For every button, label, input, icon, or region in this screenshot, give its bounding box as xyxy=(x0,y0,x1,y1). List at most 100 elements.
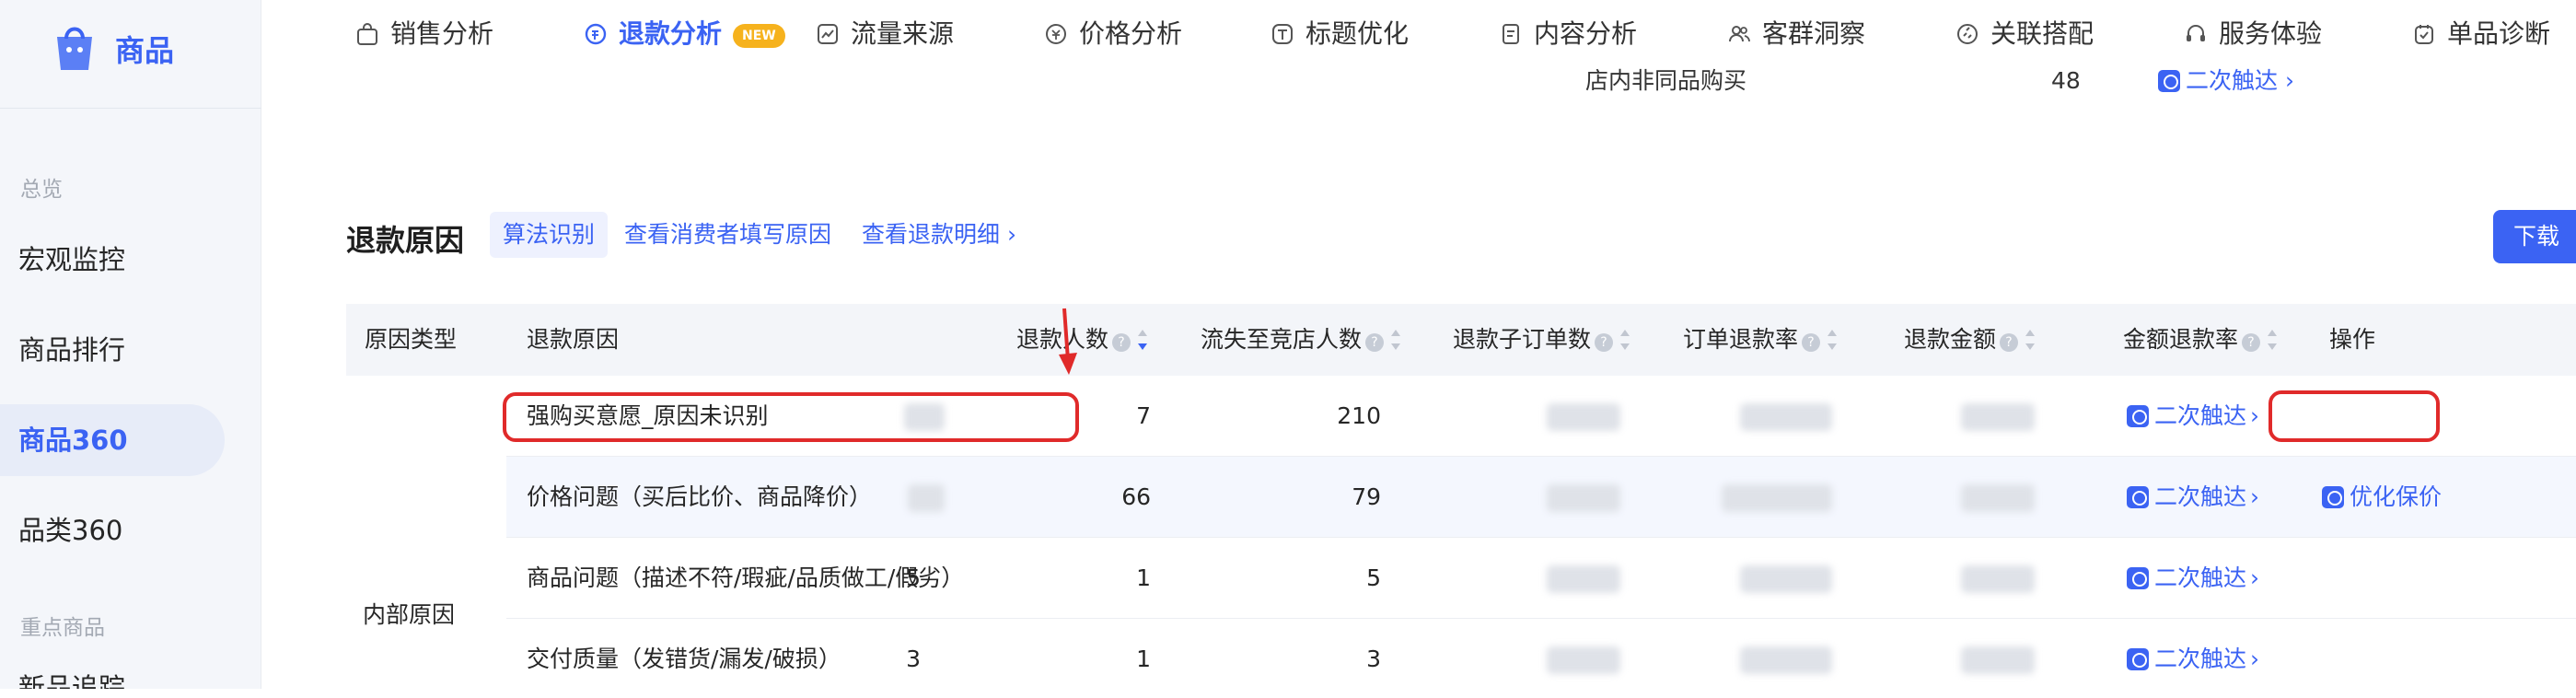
highlight-circle-reason xyxy=(503,392,1079,442)
reason-type-internal: 内部原因 xyxy=(363,601,456,628)
col-amount-refund-rate[interactable]: 金额退款率? xyxy=(2123,304,2278,376)
analysis-tab-bar: 销售分析 退款分析 NEW 流量来源 价格分析 标题优化 内容分析 客群洞察 关联… xyxy=(300,0,2576,66)
second-touch-link[interactable]: 二次触达 › xyxy=(2127,538,2259,619)
col-actions: 操作 xyxy=(2329,326,2376,353)
blurred-value xyxy=(1961,484,2035,512)
sidebar-item-product-ranking[interactable]: 商品排行 xyxy=(0,314,261,386)
col-order-refund-rate[interactable]: 订单退款率? xyxy=(1683,304,1838,376)
tab-bundle-matching[interactable]: 关联搭配 xyxy=(1955,13,2094,55)
title-icon xyxy=(1272,24,1293,44)
touch-icon xyxy=(2158,70,2180,92)
main-content: 销售分析 退款分析 NEW 流量来源 价格分析 标题优化 内容分析 客群洞察 关联… xyxy=(300,0,2576,698)
trend-icon xyxy=(818,24,838,44)
help-icon: ? xyxy=(2242,333,2261,352)
link-icon xyxy=(1957,24,1978,44)
help-icon: ? xyxy=(1365,333,1385,352)
previous-row-label: 店内非同品购买 xyxy=(1585,67,1747,94)
blurred-value xyxy=(1961,565,2035,593)
tab-price-analysis[interactable]: 价格分析 xyxy=(1044,13,1182,55)
table-row: 交付质量（发错货/漏发/破损） 3 1 3 二次触达 › xyxy=(506,619,2576,698)
col-lost-users[interactable]: 流失至竞店人数? xyxy=(1201,304,1401,376)
bottom-edge xyxy=(0,689,2576,698)
blurred-value xyxy=(1740,565,1832,593)
refund-users-cell: 3 xyxy=(906,646,921,672)
sub-orders-cell: 210 xyxy=(1337,402,1381,429)
refund-icon xyxy=(585,23,607,45)
sidebar: 商品 总览 宏观监控 商品排行 商品360 品类360 重点商品 新品追踪 xyxy=(0,0,261,698)
sort-icon[interactable] xyxy=(2025,330,2036,350)
touch-icon xyxy=(2127,486,2149,508)
tab-traffic-source[interactable]: 流量来源 xyxy=(816,13,954,55)
col-sub-orders[interactable]: 退款子订单数? xyxy=(1453,304,1630,376)
blurred-value xyxy=(1547,484,1620,512)
view-refund-details-link[interactable]: 查看退款明细 › xyxy=(862,212,1016,258)
sidebar-brand: 商品 xyxy=(115,33,175,68)
help-icon: ? xyxy=(1802,333,1821,352)
table-header: 原因类型 退款原因 退款人数? 流失至竞店人数? 退款子订单数? 订单退款率? … xyxy=(346,304,2576,376)
refund-reason-cell: 交付质量（发错货/漏发/破损） xyxy=(527,646,841,672)
col-refund-users[interactable]: 退款人数? xyxy=(1016,304,1148,376)
help-icon: ? xyxy=(1595,333,1614,352)
blurred-value xyxy=(1740,403,1832,431)
sidebar-item-macro-monitor[interactable]: 宏观监控 xyxy=(0,224,261,296)
blurred-value xyxy=(1547,646,1620,674)
users-icon xyxy=(1729,26,1750,42)
refund-users-cell: 5 xyxy=(906,564,921,591)
tab-sales-analysis[interactable]: 销售分析 xyxy=(355,13,493,55)
sidebar-divider xyxy=(0,108,261,109)
tab-audience-insight[interactable]: 客群洞察 xyxy=(1727,13,1865,55)
sub-orders-cell: 5 xyxy=(1366,564,1381,591)
shopping-bag-logo-icon xyxy=(57,27,92,70)
download-button[interactable]: 下载 xyxy=(2493,210,2576,263)
sub-orders-cell: 3 xyxy=(1366,646,1381,672)
new-badge: NEW xyxy=(733,24,785,48)
sort-icon[interactable] xyxy=(2268,330,2278,350)
touch-icon xyxy=(2127,405,2149,427)
refund-reason-cell: 价格问题（买后比价、商品降价） xyxy=(527,483,873,510)
second-touch-link[interactable]: 二次触达 › xyxy=(2127,619,2259,698)
blurred-value xyxy=(1722,484,1832,512)
previous-row-value: 48 xyxy=(2051,67,2081,94)
blurred-value xyxy=(1961,403,2035,431)
lost-users-cell: 1 xyxy=(1136,646,1151,672)
col-refund-reason: 退款原因 xyxy=(527,326,620,353)
bag-icon xyxy=(357,23,377,45)
tab-service-experience[interactable]: 服务体验 xyxy=(2184,13,2322,55)
blurred-value xyxy=(1547,565,1620,593)
blurred-value xyxy=(1740,646,1832,674)
table-row: 价格问题（买后比价、商品降价） 66 79 二次触达 › 优化保价 xyxy=(506,457,2576,538)
lost-users-cell: 1 xyxy=(1136,564,1151,591)
blurred-value xyxy=(1547,403,1620,431)
sort-icon[interactable] xyxy=(1391,330,1401,350)
optimize-price-protection-link[interactable]: 优化保价 xyxy=(2322,457,2442,538)
algorithm-tag[interactable]: 算法识别 xyxy=(490,212,609,258)
blurred-value xyxy=(1961,646,2035,674)
sort-icon[interactable] xyxy=(1138,330,1148,350)
tab-refund-analysis[interactable]: 退款分析 NEW xyxy=(584,13,785,55)
tab-content-analysis[interactable]: 内容分析 xyxy=(1499,13,1637,55)
second-touch-link[interactable]: 二次触达 › xyxy=(2127,457,2259,538)
table-row: 商品问题（描述不符/瑕疵/品质做工/假劣） 5 1 5 二次触达 › xyxy=(506,538,2576,619)
col-refund-amount[interactable]: 退款金额? xyxy=(1904,304,2036,376)
highlight-circle-action xyxy=(2269,390,2440,442)
help-icon: ? xyxy=(1112,333,1131,352)
touch-icon xyxy=(2127,567,2149,589)
help-icon: ? xyxy=(2000,333,2019,352)
sort-icon[interactable] xyxy=(1620,330,1630,350)
col-reason-type: 原因类型 xyxy=(365,326,458,353)
previous-row-second-touch-link[interactable]: 二次触达 › xyxy=(2158,61,2294,101)
view-consumer-reasons-link[interactable]: 查看消费者填写原因 xyxy=(624,212,831,258)
sidebar-item-category-360[interactable]: 品类360 xyxy=(0,494,261,566)
touch-icon xyxy=(2127,648,2149,670)
second-touch-link[interactable]: 二次触达 › xyxy=(2127,376,2259,457)
diagnose-icon xyxy=(2415,25,2433,44)
headset-icon xyxy=(2187,25,2205,41)
sidebar-section-overview: 总览 xyxy=(20,178,63,202)
tab-title-optimization[interactable]: 标题优化 xyxy=(1271,13,1409,55)
sidebar-item-product-360[interactable]: 商品360 xyxy=(0,404,225,476)
tab-single-item-diagnosis[interactable]: 单品诊断 xyxy=(2412,13,2550,55)
sidebar-section-key-products: 重点商品 xyxy=(20,616,105,640)
sort-icon[interactable] xyxy=(1828,330,1838,350)
red-arrow-icon xyxy=(1059,308,1077,375)
price-icon xyxy=(1046,24,1066,44)
